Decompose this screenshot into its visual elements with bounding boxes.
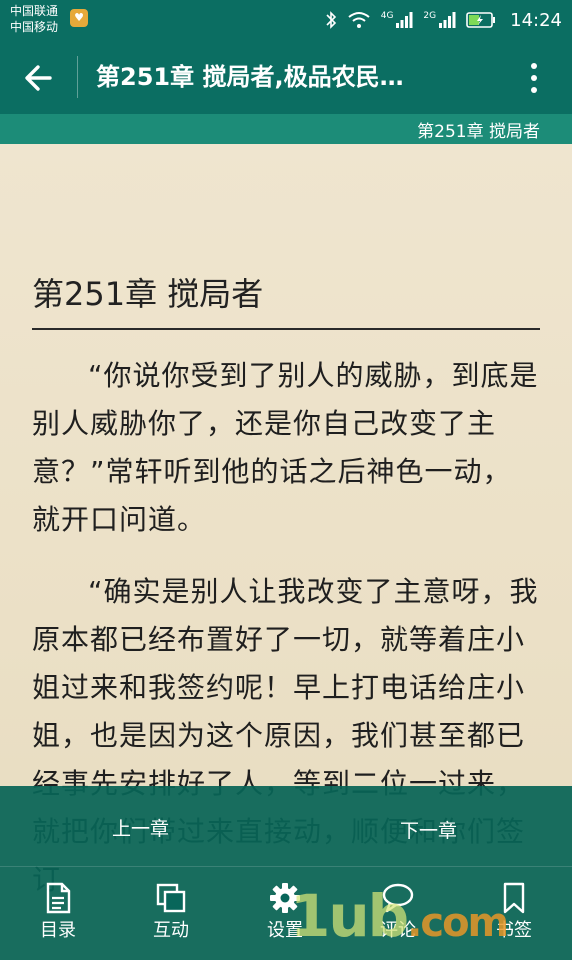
chapter-strip: 第251章 搅局者 xyxy=(0,114,572,144)
panel-divider xyxy=(0,866,572,867)
notification-app-icon: ♥ xyxy=(70,9,88,27)
interact-label: 互动 xyxy=(153,920,189,941)
app-bar: 第251章 搅局者,极品农民… xyxy=(0,40,572,114)
copy-icon xyxy=(156,883,186,913)
carrier-2: 中国移动 xyxy=(10,20,59,34)
watermark-suffix: .com xyxy=(407,900,509,946)
more-dot-icon xyxy=(531,75,537,81)
page-title: 第251章 搅局者,极品农民… xyxy=(96,63,404,91)
wifi-icon xyxy=(347,11,371,29)
paragraph: “你说你受到了别人的威胁，到底是别人威胁你了，还是你自己改变了主意？”常轩听到他… xyxy=(32,359,539,536)
more-dot-icon xyxy=(531,63,537,69)
signal-2g-icon: 2G xyxy=(423,11,456,29)
current-chapter-label: 第251章 搅局者 xyxy=(417,122,540,142)
document-icon xyxy=(46,882,71,914)
app-bar-divider xyxy=(77,56,78,98)
carrier-info: 中国联通 中国移动 xyxy=(10,3,58,35)
prev-chapter-button[interactable]: 上一章 xyxy=(112,814,169,841)
status-clock: 14:24 xyxy=(510,9,562,31)
bluetooth-icon xyxy=(325,10,337,30)
battery-charging-icon xyxy=(466,12,496,28)
net-label-1: 4G xyxy=(380,11,394,21)
site-watermark: 1ub.com xyxy=(290,882,509,950)
next-chapter-button[interactable]: 下一章 xyxy=(400,816,457,843)
toc-label: 目录 xyxy=(40,920,76,941)
more-options-button[interactable] xyxy=(520,58,548,98)
chapter-nav: 上一章 下一章 xyxy=(0,786,572,866)
toc-button[interactable]: 目录 xyxy=(18,882,98,942)
chapter-title: 第251章 搅局者 xyxy=(32,272,540,330)
status-bar: 中国联通 中国移动 ♥ 4G 2G 14:24 xyxy=(0,0,572,40)
watermark-text: 1ub xyxy=(290,882,409,950)
interact-button[interactable]: 互动 xyxy=(131,882,211,942)
net-label-2: 2G xyxy=(423,11,437,21)
status-icons: 4G 2G 14:24 xyxy=(325,0,562,40)
carrier-1: 中国联通 xyxy=(10,4,59,18)
more-dot-icon xyxy=(531,87,537,93)
back-button[interactable] xyxy=(20,58,60,98)
back-arrow-icon xyxy=(25,65,52,91)
signal-4g-icon: 4G xyxy=(381,11,414,29)
